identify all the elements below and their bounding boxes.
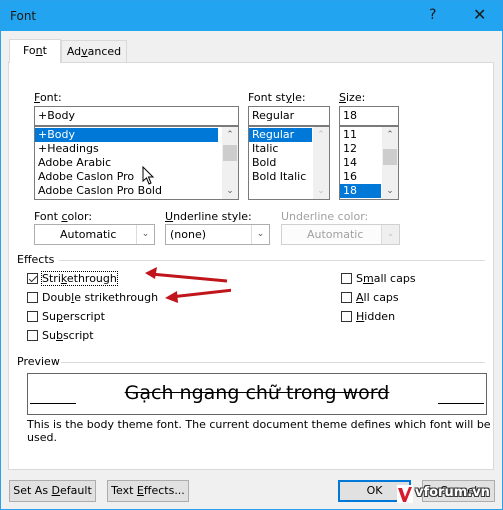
title-bar: Font ? ✕: [1, 1, 502, 31]
chevron-down-icon: ⌄: [317, 186, 325, 196]
red-arrow-icon: [145, 267, 228, 283]
font-color-select[interactable]: Automatic ⌄: [34, 224, 155, 245]
preview-baseline-right: [438, 403, 484, 404]
checkbox-label: Subscript: [42, 329, 94, 342]
checkbox-icon[interactable]: [341, 311, 352, 322]
mouse-cursor-icon: [142, 166, 155, 185]
font-dialog: Font ? ✕ Font Advanced Font: +Body +Body…: [0, 0, 503, 510]
font-list-item[interactable]: Adobe Caslon Pro Bold: [35, 184, 238, 198]
all-caps-checkbox[interactable]: All caps: [341, 291, 399, 304]
preview-note: This is the body theme font. The current…: [27, 418, 491, 444]
checkbox-label: Hidden: [356, 310, 396, 323]
font-color-value: Automatic: [60, 228, 117, 241]
chevron-down-icon[interactable]: ⌄: [382, 183, 398, 199]
tab-label: t: [42, 44, 47, 57]
checkbox-icon[interactable]: [27, 330, 38, 341]
double-strikethrough-checkbox[interactable]: Double strikethrough: [27, 291, 158, 304]
hidden-checkbox[interactable]: Hidden: [341, 310, 395, 323]
chevron-up-icon: ⌃: [317, 130, 325, 140]
underline-color-label: Underline color:: [281, 210, 369, 223]
preview-box: Gạch ngang chữ trong word: [27, 373, 487, 415]
chevron-up-icon[interactable]: ⌃: [382, 127, 398, 143]
preview-sample-text: Gạch ngang chữ trong word: [124, 382, 390, 404]
size-label: Size:: [339, 91, 366, 104]
font-input[interactable]: +Body: [34, 106, 239, 126]
size-list-item[interactable]: 18: [340, 184, 381, 198]
checkbox-icon[interactable]: [341, 292, 352, 303]
annotation-arrows: [145, 267, 231, 303]
font-list-scrollbar[interactable]: ⌃ ⌄: [222, 127, 238, 199]
tab-label-accel: n: [35, 44, 43, 57]
checkbox-label: Small caps: [356, 272, 416, 285]
checkbox-icon[interactable]: [341, 273, 352, 284]
font-label: Font:: [34, 91, 62, 104]
checkbox-icon[interactable]: [27, 311, 38, 322]
superscript-checkbox[interactable]: Superscript: [27, 310, 105, 323]
font-style-label: Font style:: [248, 91, 306, 104]
checkbox-checked-icon[interactable]: [27, 273, 38, 284]
checkbox-label: Superscript: [42, 310, 105, 323]
size-list[interactable]: 11 12 14 16 18 ⌃ ⌄: [339, 126, 399, 200]
tab-font[interactable]: Font: [9, 39, 61, 63]
chevron-down-icon: ⌄: [381, 225, 399, 244]
tab-label: Ad: [66, 45, 82, 58]
subscript-checkbox[interactable]: Subscript: [27, 329, 94, 342]
watermark-text: vforum.vn: [415, 485, 490, 500]
red-arrow-icon: [165, 288, 231, 303]
help-button[interactable]: ?: [429, 7, 436, 23]
tab-advanced[interactable]: Advanced: [61, 40, 127, 62]
font-style-list[interactable]: Regular Italic Bold Bold Italic ⌃ ⌄: [248, 126, 330, 200]
effects-divider: [59, 260, 485, 261]
strikethrough-checkbox[interactable]: Strikethrough: [27, 271, 118, 286]
chevron-down-icon[interactable]: ⌄: [251, 225, 269, 244]
underline-style-value: (none): [170, 228, 207, 241]
size-input[interactable]: 18: [339, 106, 399, 126]
tab-label: Fo: [23, 44, 36, 57]
scroll-thumb[interactable]: [383, 149, 397, 165]
scroll-thumb[interactable]: [223, 145, 237, 161]
chevron-up-icon[interactable]: ⌃: [222, 127, 238, 143]
underline-style-label: Underline style:: [165, 210, 252, 223]
checkbox-icon[interactable]: [27, 292, 38, 303]
tab-label: anced: [87, 45, 122, 58]
checkbox-label: Strikethrough: [41, 271, 118, 286]
preview-divider: [61, 362, 485, 363]
checkbox-label: All caps: [356, 291, 399, 304]
dialog-title: Font: [10, 9, 37, 23]
font-style-input[interactable]: Regular: [248, 106, 330, 126]
set-as-default-button[interactable]: Set As Default: [9, 480, 96, 502]
chevron-down-icon[interactable]: ⌄: [136, 225, 154, 244]
underline-style-select[interactable]: (none) ⌄: [165, 224, 270, 245]
font-list-item[interactable]: +Body: [35, 128, 218, 142]
font-style-list-item[interactable]: Regular: [249, 128, 312, 142]
size-list-scrollbar[interactable]: ⌃ ⌄: [382, 127, 398, 199]
font-color-label: Font color:: [34, 210, 93, 223]
underline-color-select: Automatic ⌄: [281, 224, 400, 245]
text-effects-button[interactable]: Text Effects...: [107, 480, 189, 502]
font-list-item[interactable]: +Headings: [35, 142, 238, 156]
underline-color-value: Automatic: [307, 228, 364, 241]
effects-group-title: Effects: [17, 253, 55, 266]
chevron-down-icon[interactable]: ⌄: [222, 183, 238, 199]
font-list[interactable]: +Body +Headings Adobe Arabic Adobe Caslo…: [34, 126, 239, 200]
close-button[interactable]: ✕: [473, 5, 486, 24]
preview-group-title: Preview: [17, 355, 60, 368]
font-list-item[interactable]: Adobe Caslon Pro: [35, 170, 238, 184]
vforum-logo-icon: [397, 485, 413, 503]
font-style-scrollbar: ⌃ ⌄: [313, 127, 329, 199]
font-list-item[interactable]: Adobe Arabic: [35, 156, 238, 170]
small-caps-checkbox[interactable]: Small caps: [341, 272, 416, 285]
